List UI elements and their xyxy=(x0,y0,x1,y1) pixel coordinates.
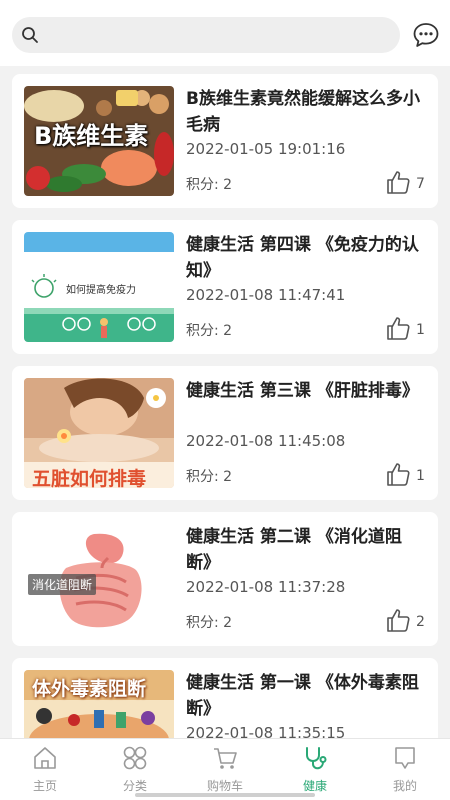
tab-label: 主页 xyxy=(32,779,57,793)
thumbs-up-icon[interactable] xyxy=(385,607,411,633)
like-count: 1 xyxy=(416,468,425,484)
article-datetime: 2022-01-08 11:47:41 xyxy=(186,286,346,304)
tab-home[interactable]: 主页 xyxy=(0,739,90,800)
bottom-tab-bar: 主页 分类 购物车 健康 我的 xyxy=(0,738,450,800)
thumbnail-caption: 五脏如何排毒 xyxy=(32,468,147,488)
profile-icon xyxy=(395,747,415,769)
category-icon xyxy=(123,746,147,770)
article-points: 积分: 2 xyxy=(186,615,233,631)
thumbnail-caption: 体外毒素阻断 xyxy=(32,678,147,700)
article-card[interactable]: 五脏如何排毒 健康生活 第三课 《肝脏排毒》 2022-01-08 11:45:… xyxy=(12,366,438,500)
article-points: 积分: 2 xyxy=(186,323,233,339)
tab-health[interactable]: 健康 xyxy=(270,739,360,800)
cart-icon xyxy=(214,748,237,769)
thumbs-up-icon[interactable] xyxy=(385,169,411,195)
article-thumbnail: 体外毒素阻断 xyxy=(24,670,174,738)
article-thumbnail: 如何提高免疫力 xyxy=(24,232,174,342)
like-count: 1 xyxy=(416,322,425,338)
thumbnail-caption: 如何提高免疫力 xyxy=(66,285,136,296)
article-card[interactable]: 如何提高免疫力 健康生活 第四课 《免疫力的认知》 2022-01-08 11:… xyxy=(12,220,438,354)
tab-label: 分类 xyxy=(122,779,147,793)
article-points: 积分: 2 xyxy=(186,177,233,193)
article-thumbnail: 五脏如何排毒 xyxy=(24,378,174,488)
article-card[interactable]: 消化道阻断 健康生活 第二课 《消化道阻断》 2022-01-08 11:37:… xyxy=(12,512,438,646)
health-icon xyxy=(306,747,327,770)
home-icon xyxy=(34,747,56,769)
search-icon xyxy=(22,27,38,43)
article-datetime: 2022-01-08 11:37:28 xyxy=(186,578,346,596)
like-count: 7 xyxy=(416,176,425,192)
search-input[interactable] xyxy=(12,17,400,53)
article-title[interactable]: B族维生素竟然能缓解这么多小毛病 xyxy=(186,86,426,138)
article-points: 积分: 2 xyxy=(186,469,233,485)
article-title[interactable]: 健康生活 第二课 《消化道阻断》 xyxy=(186,524,426,576)
chat-bubble-icon[interactable] xyxy=(412,21,440,49)
header xyxy=(0,0,450,66)
thumbnail-caption: 消化道阻断 xyxy=(28,574,97,595)
tab-category[interactable]: 分类 xyxy=(90,739,180,800)
article-datetime: 2022-01-08 11:45:08 xyxy=(186,432,346,450)
article-title[interactable]: 健康生活 第一课 《体外毒素阻断》 xyxy=(186,670,426,722)
thumbs-up-icon[interactable] xyxy=(385,461,411,487)
tab-label: 健康 xyxy=(302,779,327,793)
thumbnail-caption: B族维生素 xyxy=(34,122,149,150)
article-card[interactable]: 体外毒素阻断 健康生活 第一课 《体外毒素阻断》 2022-01-08 11:3… xyxy=(12,658,438,738)
article-datetime: 2022-01-08 11:35:15 xyxy=(186,724,346,738)
article-thumbnail: 消化道阻断 xyxy=(24,524,174,634)
article-title[interactable]: 健康生活 第三课 《肝脏排毒》 xyxy=(186,378,426,404)
article-thumbnail: B族维生素 xyxy=(24,86,174,196)
thumbs-up-icon[interactable] xyxy=(385,315,411,341)
article-datetime: 2022-01-05 19:01:16 xyxy=(186,140,346,158)
tab-profile[interactable]: 我的 xyxy=(360,739,450,800)
tab-label: 我的 xyxy=(392,779,417,793)
home-indicator xyxy=(135,793,315,797)
like-count: 2 xyxy=(416,614,425,630)
article-card[interactable]: B族维生素 B族维生素竟然能缓解这么多小毛病 2022-01-05 19:01:… xyxy=(12,74,438,208)
tab-cart[interactable]: 购物车 xyxy=(180,739,270,800)
tab-label: 购物车 xyxy=(206,779,243,793)
article-title[interactable]: 健康生活 第四课 《免疫力的认知》 xyxy=(186,232,426,284)
article-feed[interactable]: B族维生素 B族维生素竟然能缓解这么多小毛病 2022-01-05 19:01:… xyxy=(0,66,450,738)
